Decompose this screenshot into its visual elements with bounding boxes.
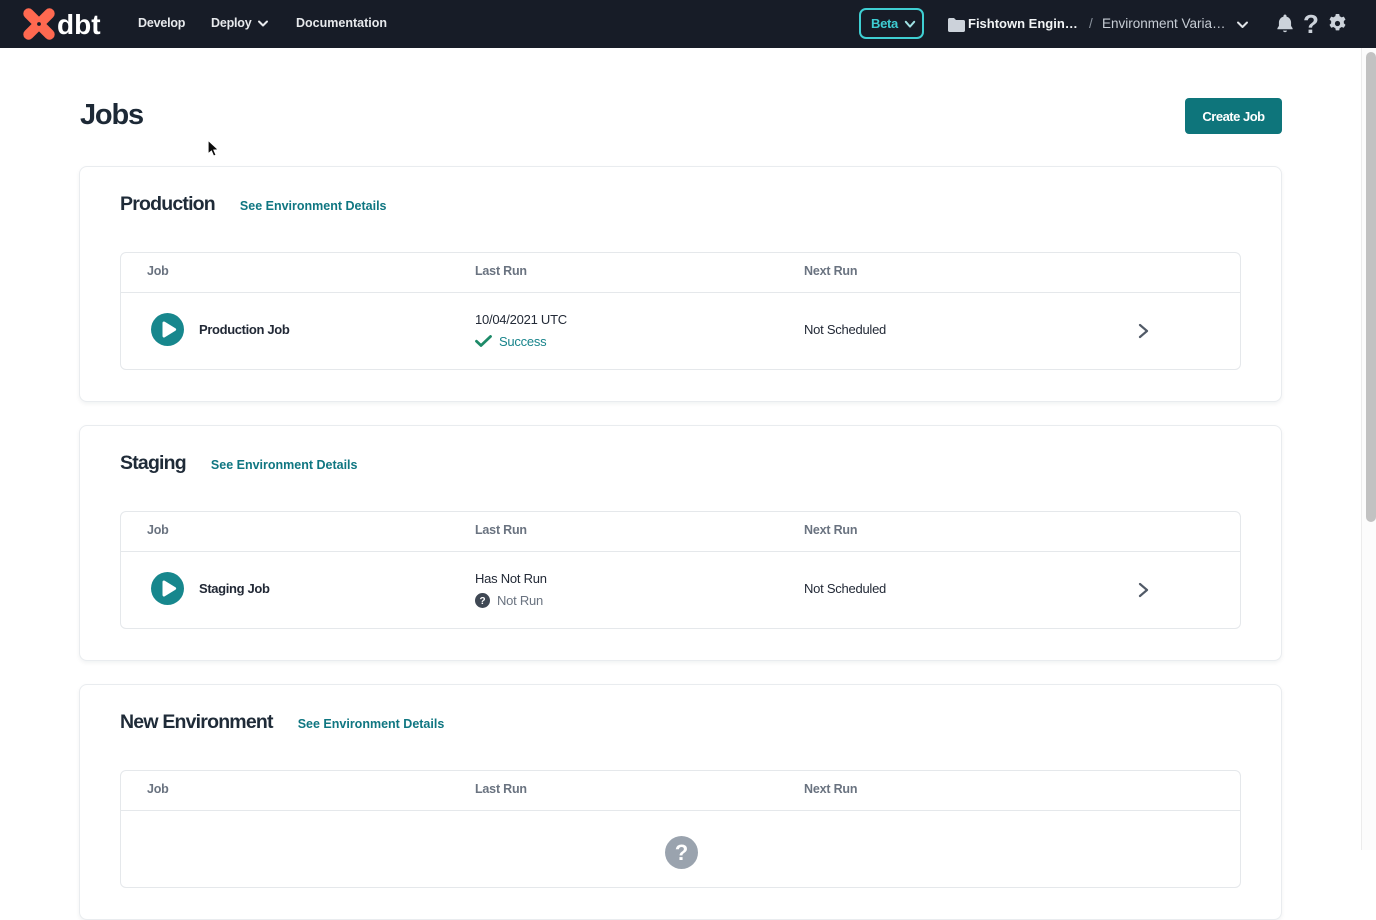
svg-text:?: ? <box>675 840 688 865</box>
svg-text:?: ? <box>479 596 485 607</box>
